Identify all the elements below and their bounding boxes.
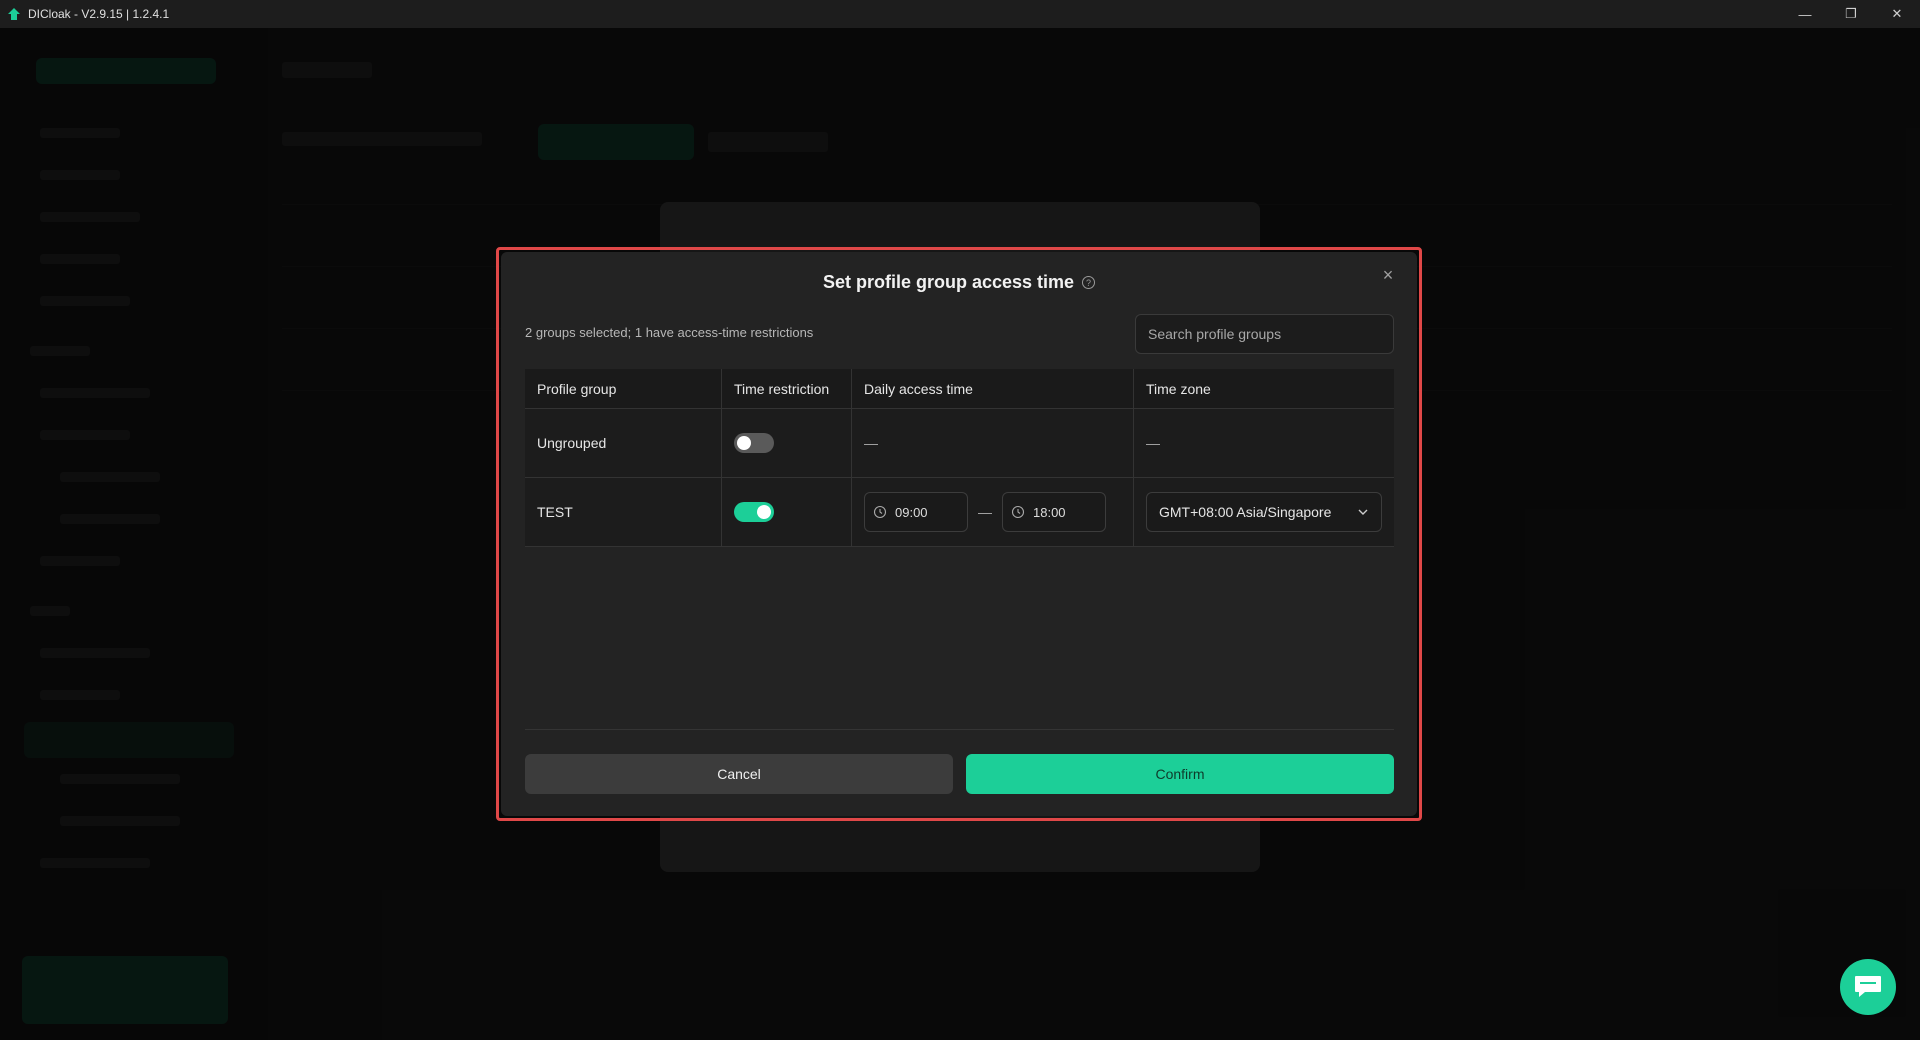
modal-close-icon[interactable]: × [1377,264,1399,286]
selection-summary: 2 groups selected; 1 have access-time re… [525,325,814,340]
group-name: TEST [525,478,722,546]
chevron-down-icon [1358,509,1368,515]
search-input[interactable] [1135,314,1394,354]
window-controls: — ❐ ✕ [1782,0,1920,28]
confirm-button[interactable]: Confirm [966,754,1394,794]
group-name: Ungrouped [525,409,722,477]
window-titlebar: DICloak - V2.9.15 | 1.2.4.1 — ❐ ✕ [0,0,1920,28]
restore-icon[interactable]: ❐ [1828,0,1874,28]
footer-divider [525,729,1394,730]
table-row: Ungrouped — — [525,409,1394,478]
column-header-daily-access-time: Daily access time [852,369,1134,408]
clock-icon [1011,505,1025,519]
toggle-knob [737,436,751,450]
table-row: TEST 09:00 — 18:00 GMT+08:00 Asia/Singap… [525,478,1394,547]
column-header-time-restriction: Time restriction [722,369,852,408]
close-icon[interactable]: ✕ [1874,0,1920,28]
time-zone-value: GMT+08:00 Asia/Singapore [1159,504,1332,520]
modal-title: Set profile group access time [822,272,1075,292]
time-restriction-toggle[interactable] [734,433,774,453]
app-logo-icon [8,8,20,20]
help-icon[interactable]: ? [1082,276,1096,289]
modal-header: Set profile group access time ? [501,272,1417,293]
column-header-time-zone: Time zone [1146,380,1211,397]
time-restriction-toggle[interactable] [734,502,774,522]
toggle-knob [757,505,771,519]
profile-group-table: Profile group Time restriction Daily acc… [525,369,1394,547]
start-time-picker[interactable]: 09:00 [864,492,968,532]
time-zone-empty: — [1146,435,1160,451]
access-time-modal: Set profile group access time ? × 2 grou… [501,252,1417,816]
chat-bubble-icon [1855,976,1881,997]
minimize-icon[interactable]: — [1782,0,1828,28]
table-header: Profile group Time restriction Daily acc… [525,369,1394,409]
start-time-value: 09:00 [895,504,928,520]
column-header-profile-group: Profile group [525,369,722,408]
window-title: DICloak - V2.9.15 | 1.2.4.1 [28,7,170,21]
time-range-separator: — [978,504,992,520]
time-zone-select[interactable]: GMT+08:00 Asia/Singapore [1146,492,1382,532]
end-time-value: 18:00 [1033,504,1066,520]
end-time-picker[interactable]: 18:00 [1002,492,1106,532]
daily-access-time-empty: — [864,435,878,451]
cancel-button[interactable]: Cancel [525,754,953,794]
clock-icon [873,505,887,519]
support-chat-button[interactable] [1840,959,1896,1015]
